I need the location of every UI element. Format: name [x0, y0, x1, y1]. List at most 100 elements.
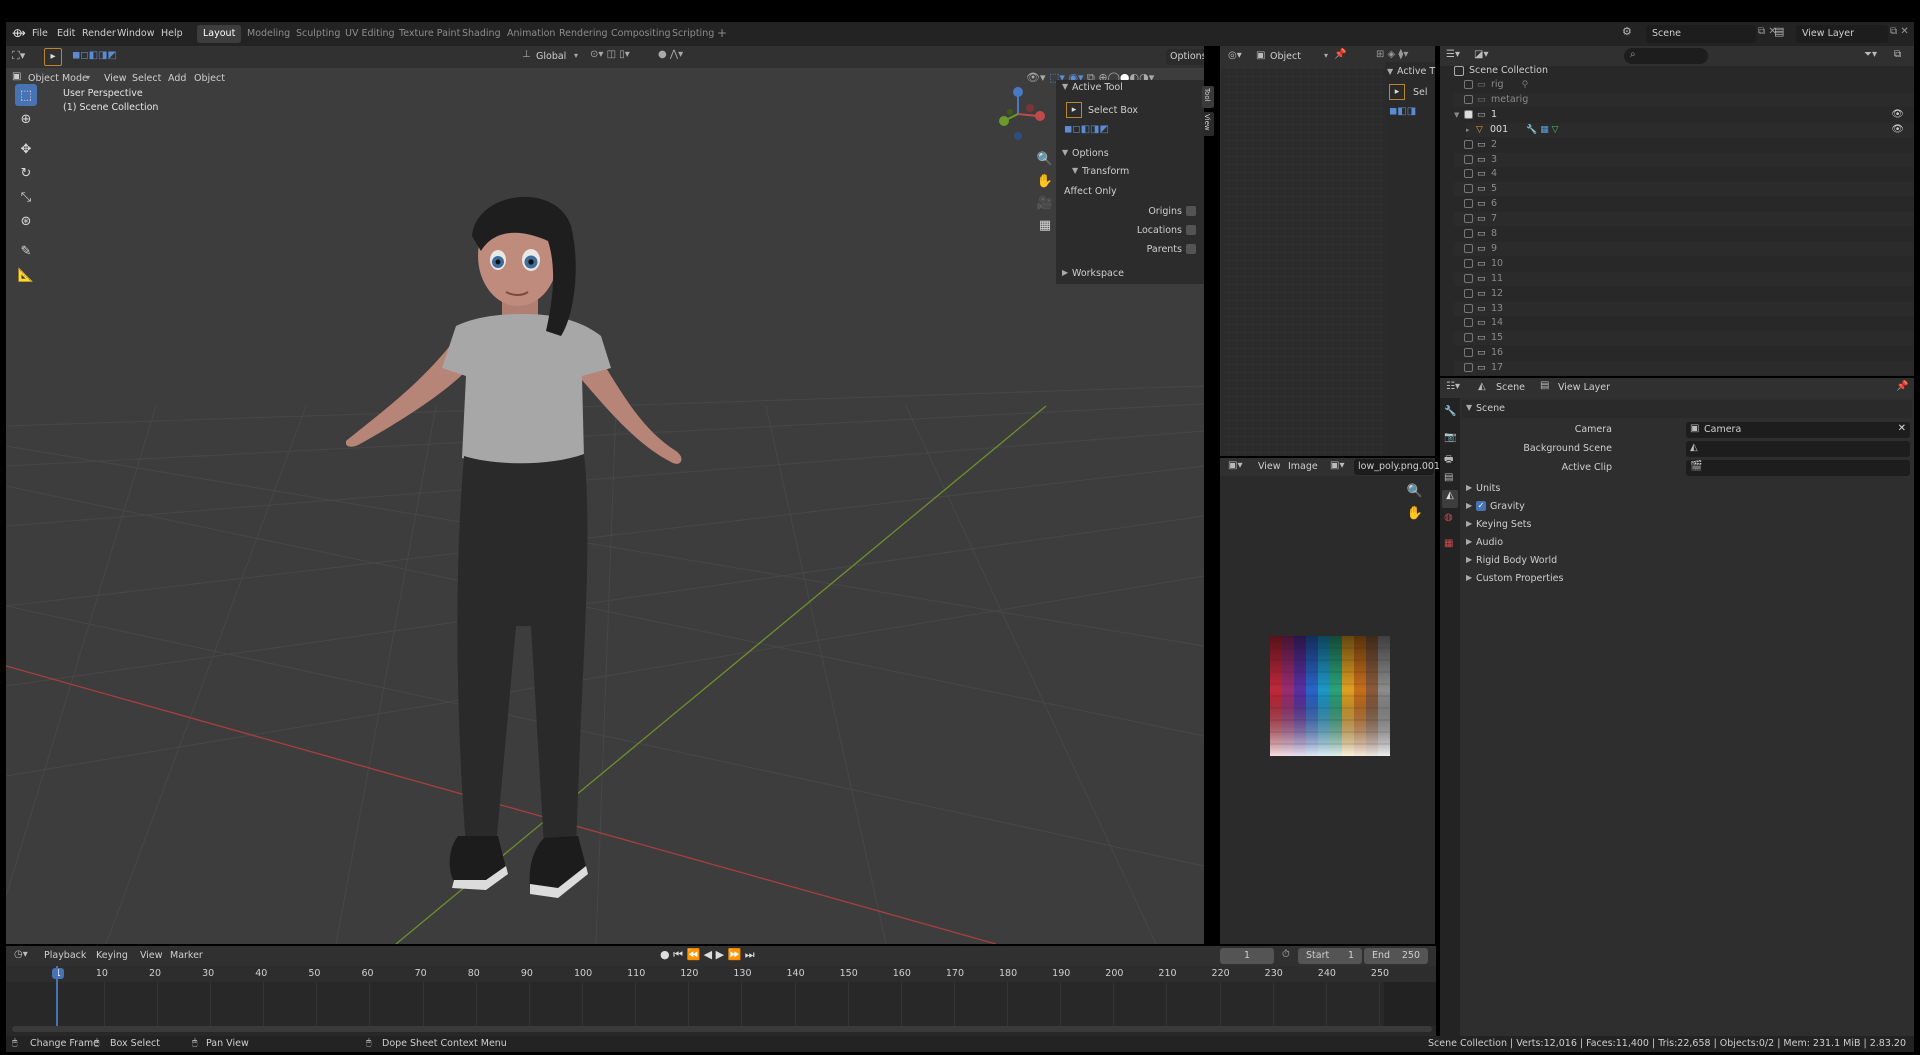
menu-object[interactable]: Object [194, 73, 225, 84]
select-box-tool-icon[interactable]: ▸ [1066, 102, 1082, 118]
custom-properties-panel-header[interactable]: ▶ Custom Properties [1462, 570, 1912, 588]
new-collection-icon[interactable]: ⧉ [1894, 49, 1901, 60]
exclude-checkbox[interactable] [1464, 288, 1473, 298]
scene-field[interactable]: Scene [1646, 25, 1756, 43]
tab-modeling[interactable]: Modeling [247, 28, 290, 39]
selection-mode-icons[interactable]: ◼◻◧◨◩ [72, 50, 142, 64]
active-clip-field[interactable]: 🎬 [1686, 460, 1910, 476]
workspace-panel-header[interactable]: ▶ Workspace [1056, 266, 1204, 282]
menu-file[interactable]: File [32, 28, 48, 39]
blender-logo-icon[interactable]: ⟴ [12, 26, 26, 40]
outliner-search-input[interactable]: ⌕ [1624, 48, 1708, 64]
outliner-item[interactable]: ▭ 9 [1454, 241, 1914, 256]
exclude-checkbox[interactable] [1464, 363, 1473, 373]
uv-editor[interactable]: ◎▾ ▣ Object ▾ 📌 ⊞ ◈ ⧫▾ ▼ Active T ▸ Sel … [1220, 46, 1435, 456]
gravity-panel-header[interactable]: ▶ ✓ Gravity [1462, 498, 1912, 516]
outliner-item[interactable]: ▭ 8 [1454, 227, 1914, 241]
image-name-field[interactable]: low_poly.png.001 [1354, 459, 1440, 475]
exclude-checkbox[interactable] [1464, 94, 1473, 104]
gravity-checkbox[interactable]: ✓ [1476, 501, 1486, 511]
proportional-edit-icons[interactable]: ● ⋀▾ [658, 49, 698, 65]
menu-add[interactable]: Add [168, 73, 186, 84]
outliner-item[interactable]: ▭ 16 [1454, 346, 1914, 361]
filter-icon[interactable]: ⏷▾ [1864, 49, 1877, 60]
tab-scripting[interactable]: Scripting [672, 28, 714, 39]
scale-icon[interactable]: ⤡ [15, 186, 37, 208]
pin-icon[interactable]: 📌 [1334, 49, 1346, 60]
expand-arrow-icon[interactable]: ▸ [1466, 123, 1476, 137]
outliner-item[interactable]: ▭ 12 [1454, 286, 1914, 301]
menu-edit[interactable]: Edit [57, 28, 75, 39]
outliner-item[interactable]: ▭ rig ⚲ [1454, 78, 1914, 92]
pan-icon[interactable]: ✋ [1406, 504, 1424, 522]
move-icon[interactable]: ✥ [15, 138, 37, 160]
exclude-checkbox[interactable] [1464, 139, 1473, 149]
end-frame-field[interactable]: End 250 [1364, 948, 1428, 964]
origins-checkbox[interactable] [1186, 206, 1196, 216]
playback-controls[interactable]: ● ⏮ ⏪ ◀ ▶ ⏩ ⏭ [660, 948, 755, 962]
outliner-item[interactable]: ▭ 10 [1454, 256, 1914, 271]
outliner[interactable]: ☰▾ ◪▾ ⌕ ⏷▾ ⧉ Scene Collection ▭ rig ⚲ ▭ meta… [1440, 46, 1914, 376]
output-tab-icon[interactable]: 🖶 [1444, 452, 1453, 469]
exclude-checkbox[interactable] [1464, 169, 1473, 179]
units-panel-header[interactable]: ▶ Units [1462, 480, 1912, 498]
menu-keying[interactable]: Keying [96, 950, 128, 961]
locations-checkbox[interactable] [1186, 225, 1196, 235]
add-workspace-icon[interactable]: + [717, 26, 727, 40]
select-tool-icon[interactable]: ▸ [44, 48, 62, 66]
timeline[interactable]: ◷▾ Playback Keying View Marker ● ⏮ ⏪ ◀ ▶… [6, 946, 1436, 1036]
viewport-3d[interactable]: ⛶▾ ▸ ◼◻◧◨◩ ⊥ Global ▾ ⊙▾ ◫ ▯▾ ● ⋀▾ Optio… [6, 46, 1204, 944]
modifier-data-icons[interactable]: 🔧 ▦ ▽ [1526, 125, 1558, 135]
menu-render[interactable]: Render [82, 28, 116, 39]
navigation-gizmo[interactable] [990, 84, 1050, 144]
exclude-checkbox[interactable] [1464, 199, 1473, 209]
cursor-icon[interactable]: ⊕ [15, 108, 37, 130]
audio-panel-header[interactable]: ▶ Audio [1462, 534, 1912, 552]
menu-window[interactable]: Window [117, 28, 154, 39]
image-browse-icon[interactable]: ▣▾ [1330, 460, 1344, 471]
tab-view[interactable]: View [1202, 112, 1214, 136]
uv-object-dropdown[interactable]: Object [1270, 51, 1301, 62]
view-layer-tab-icon[interactable]: ▤ [1444, 472, 1453, 483]
outliner-item[interactable]: ▭ 3 [1454, 152, 1914, 167]
image-menu-view[interactable]: View [1258, 461, 1281, 472]
parents-checkbox[interactable] [1186, 244, 1196, 254]
editor-type-icon[interactable]: ▣▾ [1228, 460, 1242, 471]
tab-texture-paint[interactable]: Texture Paint [399, 28, 460, 39]
view-layer-field[interactable]: View Layer [1796, 25, 1888, 43]
editor-type-icon[interactable]: ☰▾ [1446, 49, 1460, 60]
menu-marker[interactable]: Marker [170, 950, 203, 961]
tool-mode-icons[interactable]: ◼◻◧◨◩ [1064, 124, 1134, 138]
background-scene-field[interactable]: ◭ [1686, 441, 1910, 457]
tab-compositing[interactable]: Compositing [611, 28, 671, 39]
exclude-checkbox[interactable] [1464, 273, 1473, 283]
display-mode-icon[interactable]: ◪▾ [1474, 49, 1488, 60]
active-tool-panel-header[interactable]: ▼ Active Tool [1056, 80, 1204, 96]
measure-icon[interactable]: 📐 [15, 264, 37, 286]
camera-field[interactable]: ▣ Camera ✕ [1686, 422, 1910, 438]
outliner-item[interactable]: ▭ 7 [1454, 212, 1914, 227]
playhead[interactable] [56, 966, 58, 1030]
properties-editor[interactable]: ☷▾ ◭ Scene ▤ View Layer 📌 🔧 📷 🖶 ▤ ◭ ◍ ▦ … [1440, 378, 1914, 1050]
menu-timeline-view[interactable]: View [140, 950, 163, 961]
keying-sets-panel-header[interactable]: ▶ Keying Sets [1462, 516, 1912, 534]
menu-select[interactable]: Select [132, 73, 161, 84]
image-editor[interactable]: ▣▾ View Image ▣▾ low_poly.png.001 🔍 ✋ [1220, 458, 1440, 944]
start-frame-field[interactable]: Start 1 [1298, 948, 1362, 964]
rigid-body-world-panel-header[interactable]: ▶ Rigid Body World [1462, 552, 1912, 570]
options-panel-header[interactable]: ▼ Options [1056, 146, 1204, 162]
view-layer-icon[interactable]: ▤ [1774, 25, 1792, 43]
outliner-item[interactable]: ▭ 6 [1454, 197, 1914, 212]
scene-panel-header[interactable]: ▼ Scene [1462, 400, 1912, 418]
uv-select-tool-icon[interactable]: ▸ [1389, 84, 1405, 100]
tab-tool[interactable]: Tool [1202, 86, 1214, 108]
expand-arrow-icon[interactable]: ▼ [1454, 108, 1464, 122]
exclude-checkbox[interactable] [1464, 303, 1473, 313]
editor-type-icon[interactable]: ⛶▾ [12, 49, 34, 65]
zoom-icon[interactable]: 🔍 [1406, 482, 1424, 500]
transform-orientation-dropdown[interactable]: Global [536, 51, 566, 62]
tab-uv-editing[interactable]: UV Editing [345, 28, 395, 39]
options-dropdown[interactable]: Options [1166, 49, 1204, 65]
menu-help[interactable]: Help [161, 28, 183, 39]
exclude-checkbox[interactable] [1464, 243, 1473, 253]
